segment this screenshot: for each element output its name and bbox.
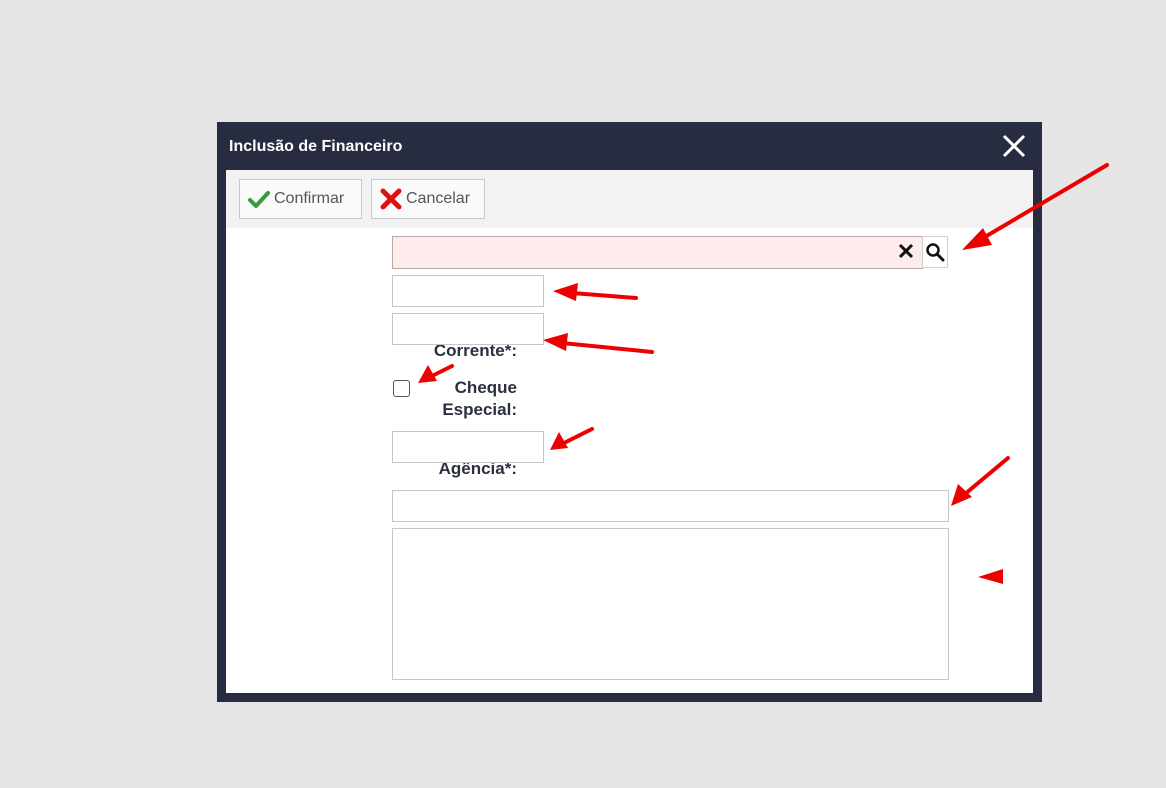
arrow-tel-agencia [550,427,594,450]
arrow-cheque-especial [418,364,454,383]
arrow-conta-corrente [543,333,654,354]
arrow-agencia [553,283,638,301]
annotation-arrows [418,163,1109,584]
arrow-gerente [951,456,1010,506]
arrow-banco [962,163,1109,250]
arrow-observacao [978,569,1003,584]
